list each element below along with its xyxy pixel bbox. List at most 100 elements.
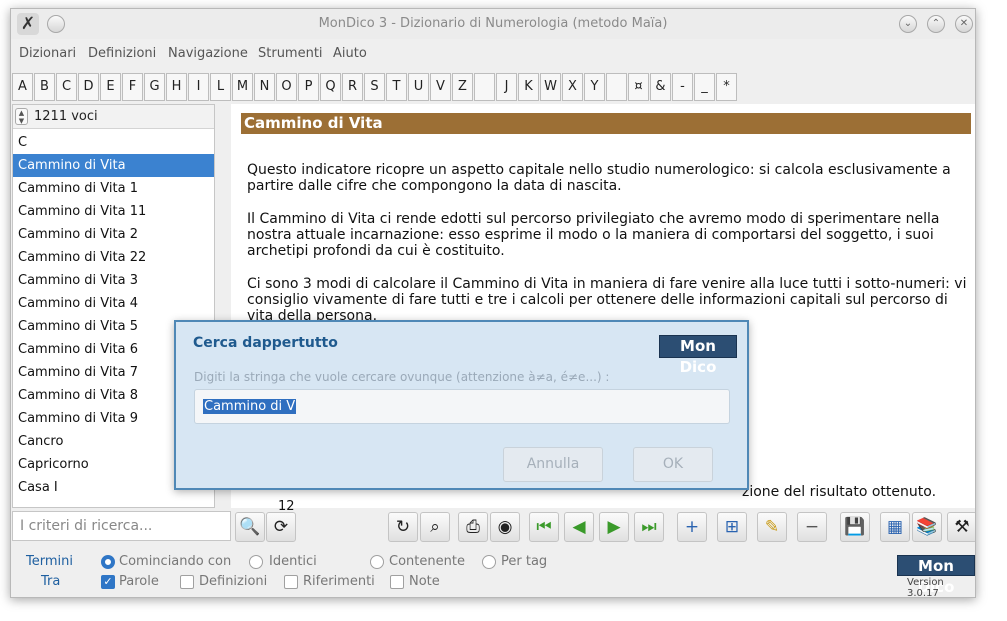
version-label: Version 3.0.17 bbox=[907, 577, 944, 598]
entry-count: 1211 voci bbox=[34, 109, 98, 124]
add-page-icon[interactable]: ⊞ bbox=[717, 512, 747, 542]
menu-bar: Dizionari Definizioni Navigazione Strume… bbox=[11, 43, 975, 65]
list-item[interactable]: Cammino di Vita 3 bbox=[13, 269, 214, 292]
letter-button-ampersand[interactable]: & bbox=[650, 73, 671, 101]
check-riferimenti[interactable] bbox=[284, 575, 298, 589]
tools-icon[interactable]: ⚒ bbox=[947, 512, 975, 542]
definition-paragraph: Il Cammino di Vita ci rende edotti sul p… bbox=[247, 211, 940, 259]
menu-dizionari[interactable]: Dizionari bbox=[19, 46, 76, 61]
export-icon[interactable]: ▦ bbox=[880, 512, 910, 542]
minimize-button[interactable]: ⌄ bbox=[899, 15, 917, 33]
check-label: Riferimenti bbox=[303, 574, 375, 589]
menu-definizioni[interactable]: Definizioni bbox=[88, 46, 156, 61]
sort-spinner[interactable]: ▲ ▼ bbox=[15, 108, 28, 125]
letter-button-u[interactable]: U bbox=[408, 73, 429, 101]
list-item-selected[interactable]: Cammino di Vita bbox=[13, 154, 214, 177]
letter-button-b[interactable]: B bbox=[34, 73, 55, 101]
letter-button-dash[interactable]: - bbox=[672, 73, 693, 101]
letter-button-p[interactable]: P bbox=[298, 73, 319, 101]
zoom-icon[interactable]: ⌕ bbox=[420, 512, 450, 542]
brand-logo: Mon Dico bbox=[897, 555, 975, 596]
letter-button-d[interactable]: D bbox=[78, 73, 99, 101]
letter-button-c[interactable]: C bbox=[56, 73, 77, 101]
first-icon[interactable]: ⏮ bbox=[529, 512, 559, 542]
tra-label: Tra bbox=[41, 574, 61, 589]
list-item[interactable]: Cammino di Vita 1 bbox=[13, 177, 214, 200]
edit-icon[interactable]: ✎ bbox=[757, 512, 787, 542]
letter-button-v[interactable]: V bbox=[430, 73, 451, 101]
letter-button-o[interactable]: O bbox=[276, 73, 297, 101]
radio-label: Per tag bbox=[501, 554, 548, 569]
cancel-button[interactable]: Annulla bbox=[503, 447, 603, 482]
globe-icon[interactable]: ◉ bbox=[490, 512, 520, 542]
previous-icon[interactable]: ◀ bbox=[564, 512, 594, 542]
refresh-icon[interactable]: ⟳ bbox=[266, 512, 296, 542]
letter-button-h[interactable]: H bbox=[166, 73, 187, 101]
letter-button-z[interactable]: Z bbox=[452, 73, 473, 101]
check-definizioni[interactable] bbox=[180, 575, 194, 589]
main-window: ✗ MonDico 3 - Dizionario di Numerologia … bbox=[10, 8, 976, 598]
next-icon[interactable]: ▶ bbox=[599, 512, 629, 542]
radio-per-tag[interactable] bbox=[482, 555, 496, 569]
letter-button-i[interactable]: I bbox=[188, 73, 209, 101]
radio-identici[interactable] bbox=[249, 555, 263, 569]
title-bar: ✗ MonDico 3 - Dizionario di Numerologia … bbox=[11, 9, 975, 39]
entry-count-row: ▲ ▼ 1211 voci bbox=[13, 105, 214, 129]
menu-navigazione[interactable]: Navigazione bbox=[168, 46, 248, 61]
dialog-prompt: Digiti la stringa che vuole cercare ovun… bbox=[194, 370, 610, 384]
letter-button-f[interactable]: F bbox=[122, 73, 143, 101]
radio-label: Contenente bbox=[389, 554, 465, 569]
letter-button-j[interactable]: J bbox=[496, 73, 517, 101]
radio-contenente[interactable] bbox=[370, 555, 384, 569]
print-icon[interactable]: ⎙ bbox=[458, 512, 488, 542]
letter-button-g[interactable]: G bbox=[144, 73, 165, 101]
search-input[interactable]: I criteri di ricerca... bbox=[12, 511, 231, 541]
list-item[interactable]: Cammino di Vita 4 bbox=[13, 292, 214, 315]
remove-icon[interactable]: − bbox=[797, 512, 827, 542]
dialog-search-value: Cammino di V bbox=[203, 399, 297, 414]
save-icon[interactable]: 💾 bbox=[840, 512, 870, 542]
radio-cominciando-con[interactable] bbox=[101, 555, 115, 569]
list-item[interactable]: Cammino di Vita 2 bbox=[13, 223, 214, 246]
search-dialog: Cerca dappertutto Mon Dico Digiti la str… bbox=[174, 320, 749, 490]
definition-paragraph: Ci sono 3 modi di calcolare il Cammino d… bbox=[247, 276, 967, 324]
books-icon[interactable]: 📚 bbox=[912, 512, 942, 542]
letter-button-m[interactable]: M bbox=[232, 73, 253, 101]
check-parole[interactable]: ✓ bbox=[101, 575, 115, 589]
close-button[interactable]: ✕ bbox=[955, 15, 973, 33]
letter-button-q[interactable]: Q bbox=[320, 73, 341, 101]
check-label: Parole bbox=[119, 574, 159, 589]
list-item[interactable]: C bbox=[13, 131, 214, 154]
reload-icon[interactable]: ↻ bbox=[388, 512, 418, 542]
letter-button-underscore[interactable]: _ bbox=[694, 73, 715, 101]
letter-button-s[interactable]: S bbox=[364, 73, 385, 101]
letter-button-blank-2[interactable] bbox=[606, 73, 627, 101]
letter-button-x[interactable]: X bbox=[562, 73, 583, 101]
last-icon[interactable]: ⏭ bbox=[634, 512, 664, 542]
letter-button-l[interactable]: L bbox=[210, 73, 231, 101]
letter-button-blank[interactable] bbox=[474, 73, 495, 101]
add-icon[interactable]: + bbox=[677, 512, 707, 542]
menu-aiuto[interactable]: Aiuto bbox=[333, 46, 367, 61]
dialog-search-input[interactable]: Cammino di V bbox=[194, 389, 730, 424]
check-note[interactable] bbox=[390, 575, 404, 589]
definition-paragraph: Questo indicatore ricopre un aspetto cap… bbox=[247, 162, 951, 194]
letter-button-a[interactable]: A bbox=[12, 73, 33, 101]
ok-button[interactable]: OK bbox=[633, 447, 713, 482]
letter-button-currency[interactable]: ¤ bbox=[628, 73, 649, 101]
menu-strumenti[interactable]: Strumenti bbox=[258, 46, 323, 61]
letter-button-k[interactable]: K bbox=[518, 73, 539, 101]
check-label: Definizioni bbox=[199, 574, 268, 589]
letter-button-r[interactable]: R bbox=[342, 73, 363, 101]
magnifier-icon[interactable]: 🔍 bbox=[235, 512, 265, 542]
letter-button-e[interactable]: E bbox=[100, 73, 121, 101]
alphabet-bar: A B C D E F G H I L M N O P Q R S T U V … bbox=[11, 71, 975, 101]
list-item[interactable]: Cammino di Vita 11 bbox=[13, 200, 214, 223]
letter-button-y[interactable]: Y bbox=[584, 73, 605, 101]
letter-button-n[interactable]: N bbox=[254, 73, 275, 101]
letter-button-t[interactable]: T bbox=[386, 73, 407, 101]
letter-button-asterisk[interactable]: * bbox=[716, 73, 737, 101]
letter-button-w[interactable]: W bbox=[540, 73, 561, 101]
list-item[interactable]: Cammino di Vita 22 bbox=[13, 246, 214, 269]
maximize-button[interactable]: ⌃ bbox=[927, 15, 945, 33]
